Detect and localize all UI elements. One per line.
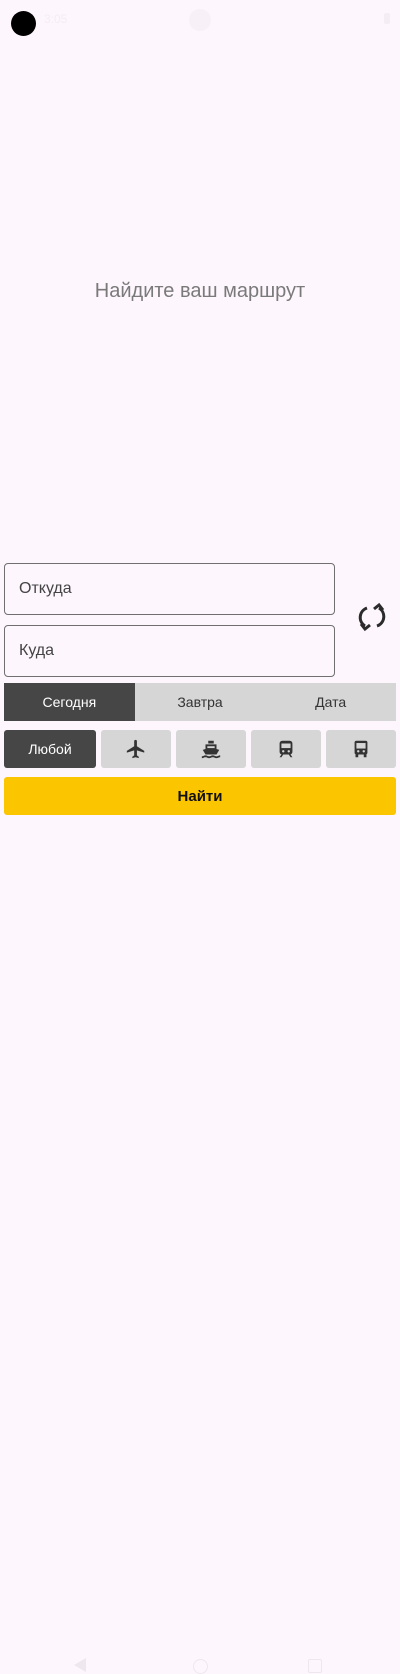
notification-icon	[189, 9, 211, 31]
transport-train-button[interactable]	[251, 730, 321, 768]
swap-route-button[interactable]	[354, 599, 390, 635]
ship-icon	[201, 740, 221, 759]
transport-ship-button[interactable]	[176, 730, 246, 768]
home-icon[interactable]	[193, 1659, 208, 1674]
back-icon[interactable]	[74, 1658, 86, 1672]
bus-icon	[354, 740, 368, 758]
search-button[interactable]: Найти	[4, 777, 396, 815]
status-bar: 3:05	[0, 0, 400, 40]
tab-date[interactable]: Дата	[265, 683, 396, 721]
to-field[interactable]	[4, 625, 335, 677]
camera-cutout	[11, 11, 36, 36]
tab-today[interactable]: Сегодня	[4, 683, 135, 721]
page-title: Найдите ваш маршрут	[94, 280, 306, 302]
recents-icon[interactable]	[308, 1659, 322, 1673]
date-tabs: Сегодня Завтра Дата	[4, 683, 396, 721]
from-field[interactable]	[4, 563, 335, 615]
swap-icon	[358, 602, 386, 632]
train-icon	[279, 740, 293, 758]
transport-bus-button[interactable]	[326, 730, 396, 768]
status-time: 3:05	[44, 12, 68, 26]
airplane-icon	[126, 739, 145, 759]
tab-tomorrow[interactable]: Завтра	[135, 683, 266, 721]
to-input[interactable]	[5, 626, 334, 676]
transport-plane-button[interactable]	[101, 730, 171, 768]
transport-selector: Любой	[4, 730, 396, 768]
battery-icon	[384, 13, 390, 24]
transport-any-button[interactable]: Любой	[4, 730, 96, 768]
system-nav-bar	[0, 826, 400, 1674]
from-input[interactable]	[5, 564, 334, 614]
